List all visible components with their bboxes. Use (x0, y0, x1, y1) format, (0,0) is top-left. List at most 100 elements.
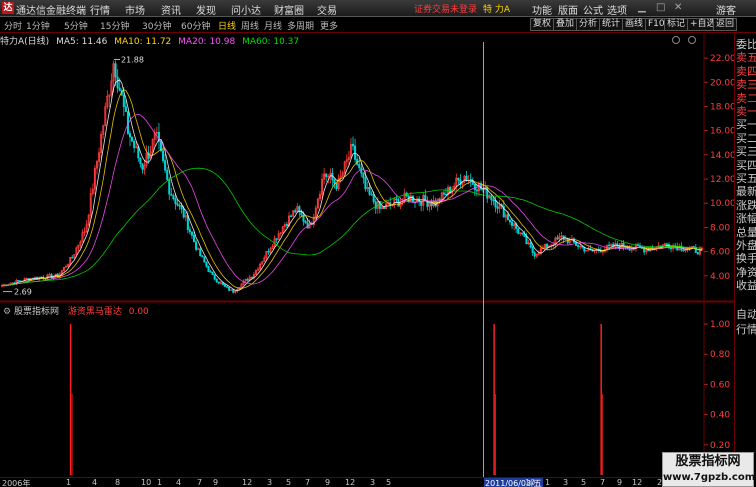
candle-body (114, 63, 117, 78)
stats-button[interactable]: 统计 (599, 18, 624, 31)
maximize-icon[interactable]: □ (656, 2, 665, 13)
candle-body (473, 184, 476, 191)
side-lower-item-0[interactable]: 自动 (736, 306, 756, 322)
menu-gongneng[interactable]: 功能 (532, 2, 552, 17)
app-logo-icon: 达 (2, 2, 14, 14)
indicator-name[interactable]: 游资黑马雷达 (68, 307, 122, 317)
candle-body (306, 222, 309, 229)
candle-body (411, 195, 414, 203)
sub-tick-label: 0.40 (710, 411, 730, 421)
candle-body (475, 189, 478, 192)
period-monthly[interactable]: 月线 (264, 19, 282, 32)
side-item-18: 收益 (736, 279, 756, 293)
title-bar: 达 通达信金融终端 行情 市场 资讯 发现 问小达 财富圈 交易 证券交易未登录… (0, 0, 756, 17)
candle-body (325, 173, 328, 177)
close-icon[interactable]: ✕ (674, 2, 682, 13)
candle-body (201, 255, 204, 258)
menu-faxian[interactable]: 发现 (196, 2, 216, 17)
candle-body (131, 136, 134, 142)
period-daily[interactable]: 日线 (218, 19, 236, 32)
date-tick-label: 1 (157, 478, 163, 487)
date-tick-label: 1 (545, 478, 551, 487)
period-15min[interactable]: 15分钟 (100, 19, 129, 32)
minimize-icon[interactable]: ▁ (638, 2, 646, 13)
candle-body (250, 276, 253, 279)
menu-jiaoyi[interactable]: 交易 (317, 2, 337, 17)
watermark: 股票指标网 www.7gpzb.com (662, 452, 756, 487)
candle-body (180, 205, 183, 210)
draw-line-button[interactable]: 画线 (622, 18, 647, 31)
candle-body (682, 249, 685, 252)
candle-body (434, 200, 437, 207)
menu-banmian[interactable]: 版面 (558, 2, 578, 17)
candle-body (71, 256, 74, 259)
candle-body (178, 204, 181, 207)
candle-body (193, 235, 196, 243)
date-tick-label: 7 (305, 478, 311, 487)
date-tick-label: 7 (600, 478, 606, 487)
period-fenshi[interactable]: 分时 (4, 19, 22, 32)
menu-gongshi[interactable]: 公式 (583, 2, 603, 17)
date-tick-label: 5 (581, 478, 587, 487)
login-notice[interactable]: 证券交易未登录特 力A (414, 2, 510, 15)
date-tick-label: 5 (286, 478, 292, 487)
candle-body (395, 198, 398, 201)
date-tick-label: 12 (632, 478, 643, 487)
candle-body (164, 160, 167, 171)
quote-side-panel: 委比 卖五 卖四 卖三 卖二 卖一 买一 买二 买三 买四 买五 最新 涨跌 涨幅 总量 外盘 换手 净资 收益 自动… (734, 34, 756, 477)
candle-body (444, 193, 447, 196)
candle-body (665, 243, 668, 245)
back-button[interactable]: 返回 (713, 18, 738, 31)
menu-zixun[interactable]: 资讯 (161, 2, 181, 17)
ma60-line (1, 167, 703, 286)
candle-body (195, 241, 198, 250)
candle-body (285, 224, 288, 226)
period-1min[interactable]: 1分钟 (26, 19, 50, 32)
period-weekly[interactable]: 周线 (241, 19, 259, 32)
menu-shichang[interactable]: 市场 (125, 2, 145, 17)
app-name: 通达信金融终端 (16, 6, 86, 17)
menu-hangqing[interactable]: 行情 (90, 2, 110, 17)
candle-body (372, 194, 375, 203)
period-5min[interactable]: 5分钟 (64, 19, 88, 32)
fuquan-button[interactable]: 复权 (530, 18, 555, 31)
period-more[interactable]: 更多 (320, 19, 338, 32)
ma20-line (1, 113, 702, 286)
candle-body (335, 182, 338, 189)
date-tick-label: 10 (141, 478, 152, 487)
menu-caifuquan[interactable]: 财富圈 (274, 2, 304, 17)
analysis-button[interactable]: 分析 (576, 18, 601, 31)
candle-body (199, 248, 202, 257)
candle-body (364, 177, 367, 190)
overlay-button[interactable]: 叠加 (553, 18, 578, 31)
kline-chart[interactable]: 22.00 20.00 18.00 16.00 14.00 12.00 10.00 8.00 6… (0, 34, 734, 477)
menu-wenxiaoda[interactable]: 问小达 (231, 2, 261, 17)
candle-body (546, 243, 549, 248)
date-tick-label: 8 (115, 478, 121, 487)
candle-body (209, 271, 212, 273)
mark-button[interactable]: 标记 (664, 18, 689, 31)
stock-name: 特 力A (483, 5, 511, 15)
date-tick-label: 3 (370, 478, 376, 487)
period-30min[interactable]: 30分钟 (142, 19, 171, 32)
settings-icon[interactable]: ⚙ (3, 307, 11, 317)
candle-body (290, 215, 293, 217)
menu-xuanxiang[interactable]: 选项 (607, 2, 627, 17)
period-60min[interactable]: 60分钟 (181, 19, 210, 32)
candle-body (469, 180, 472, 182)
date-tick-label: 1 (66, 478, 72, 487)
candle-body (213, 274, 216, 280)
watermark-url: www.7gpzb.com (663, 472, 756, 483)
side-lower-item-1[interactable]: 行情 (736, 321, 756, 337)
candle-body (215, 278, 218, 283)
candle-body (696, 252, 699, 255)
candle-body (508, 219, 511, 223)
period-multi[interactable]: 多周期 (287, 19, 314, 32)
candle-body (116, 76, 119, 89)
guest-label[interactable]: 游客 (716, 2, 736, 17)
candle-body (141, 163, 144, 170)
candle-body (521, 232, 524, 235)
candle-body (211, 271, 214, 275)
candle-body (358, 164, 361, 169)
candle-body (232, 289, 235, 293)
